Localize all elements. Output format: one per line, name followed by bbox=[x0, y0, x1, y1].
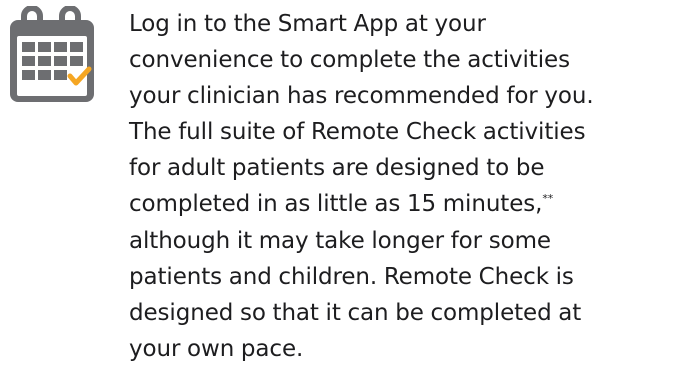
text-line: completed in as little as 15 minutes, bbox=[129, 191, 543, 218]
text-line: The full suite of Remote Check activitie… bbox=[129, 119, 586, 146]
text-line: your own pace. bbox=[129, 335, 304, 362]
calendar-check-icon bbox=[6, 6, 100, 106]
footnote-marker: ** bbox=[542, 192, 554, 206]
text-line: although it may take longer for some bbox=[129, 227, 551, 254]
text-line: your clinician has recommended for you. bbox=[129, 83, 594, 110]
text-line: designed so that it can be completed at bbox=[129, 299, 582, 326]
text-line: Log in to the Smart App at your bbox=[129, 11, 486, 37]
calendar-check-icon-graphic bbox=[10, 6, 94, 102]
text-line: for adult patients are designed to be bbox=[129, 155, 545, 182]
text-line: patients and children. Remote Check is bbox=[129, 263, 574, 290]
text-line: convenience to complete the activities bbox=[129, 47, 570, 74]
instructions-paragraph: Log in to the Smart App at your convenie… bbox=[129, 6, 669, 367]
text-line-with-footnote: completed in as little as 15 minutes,** bbox=[129, 186, 669, 222]
